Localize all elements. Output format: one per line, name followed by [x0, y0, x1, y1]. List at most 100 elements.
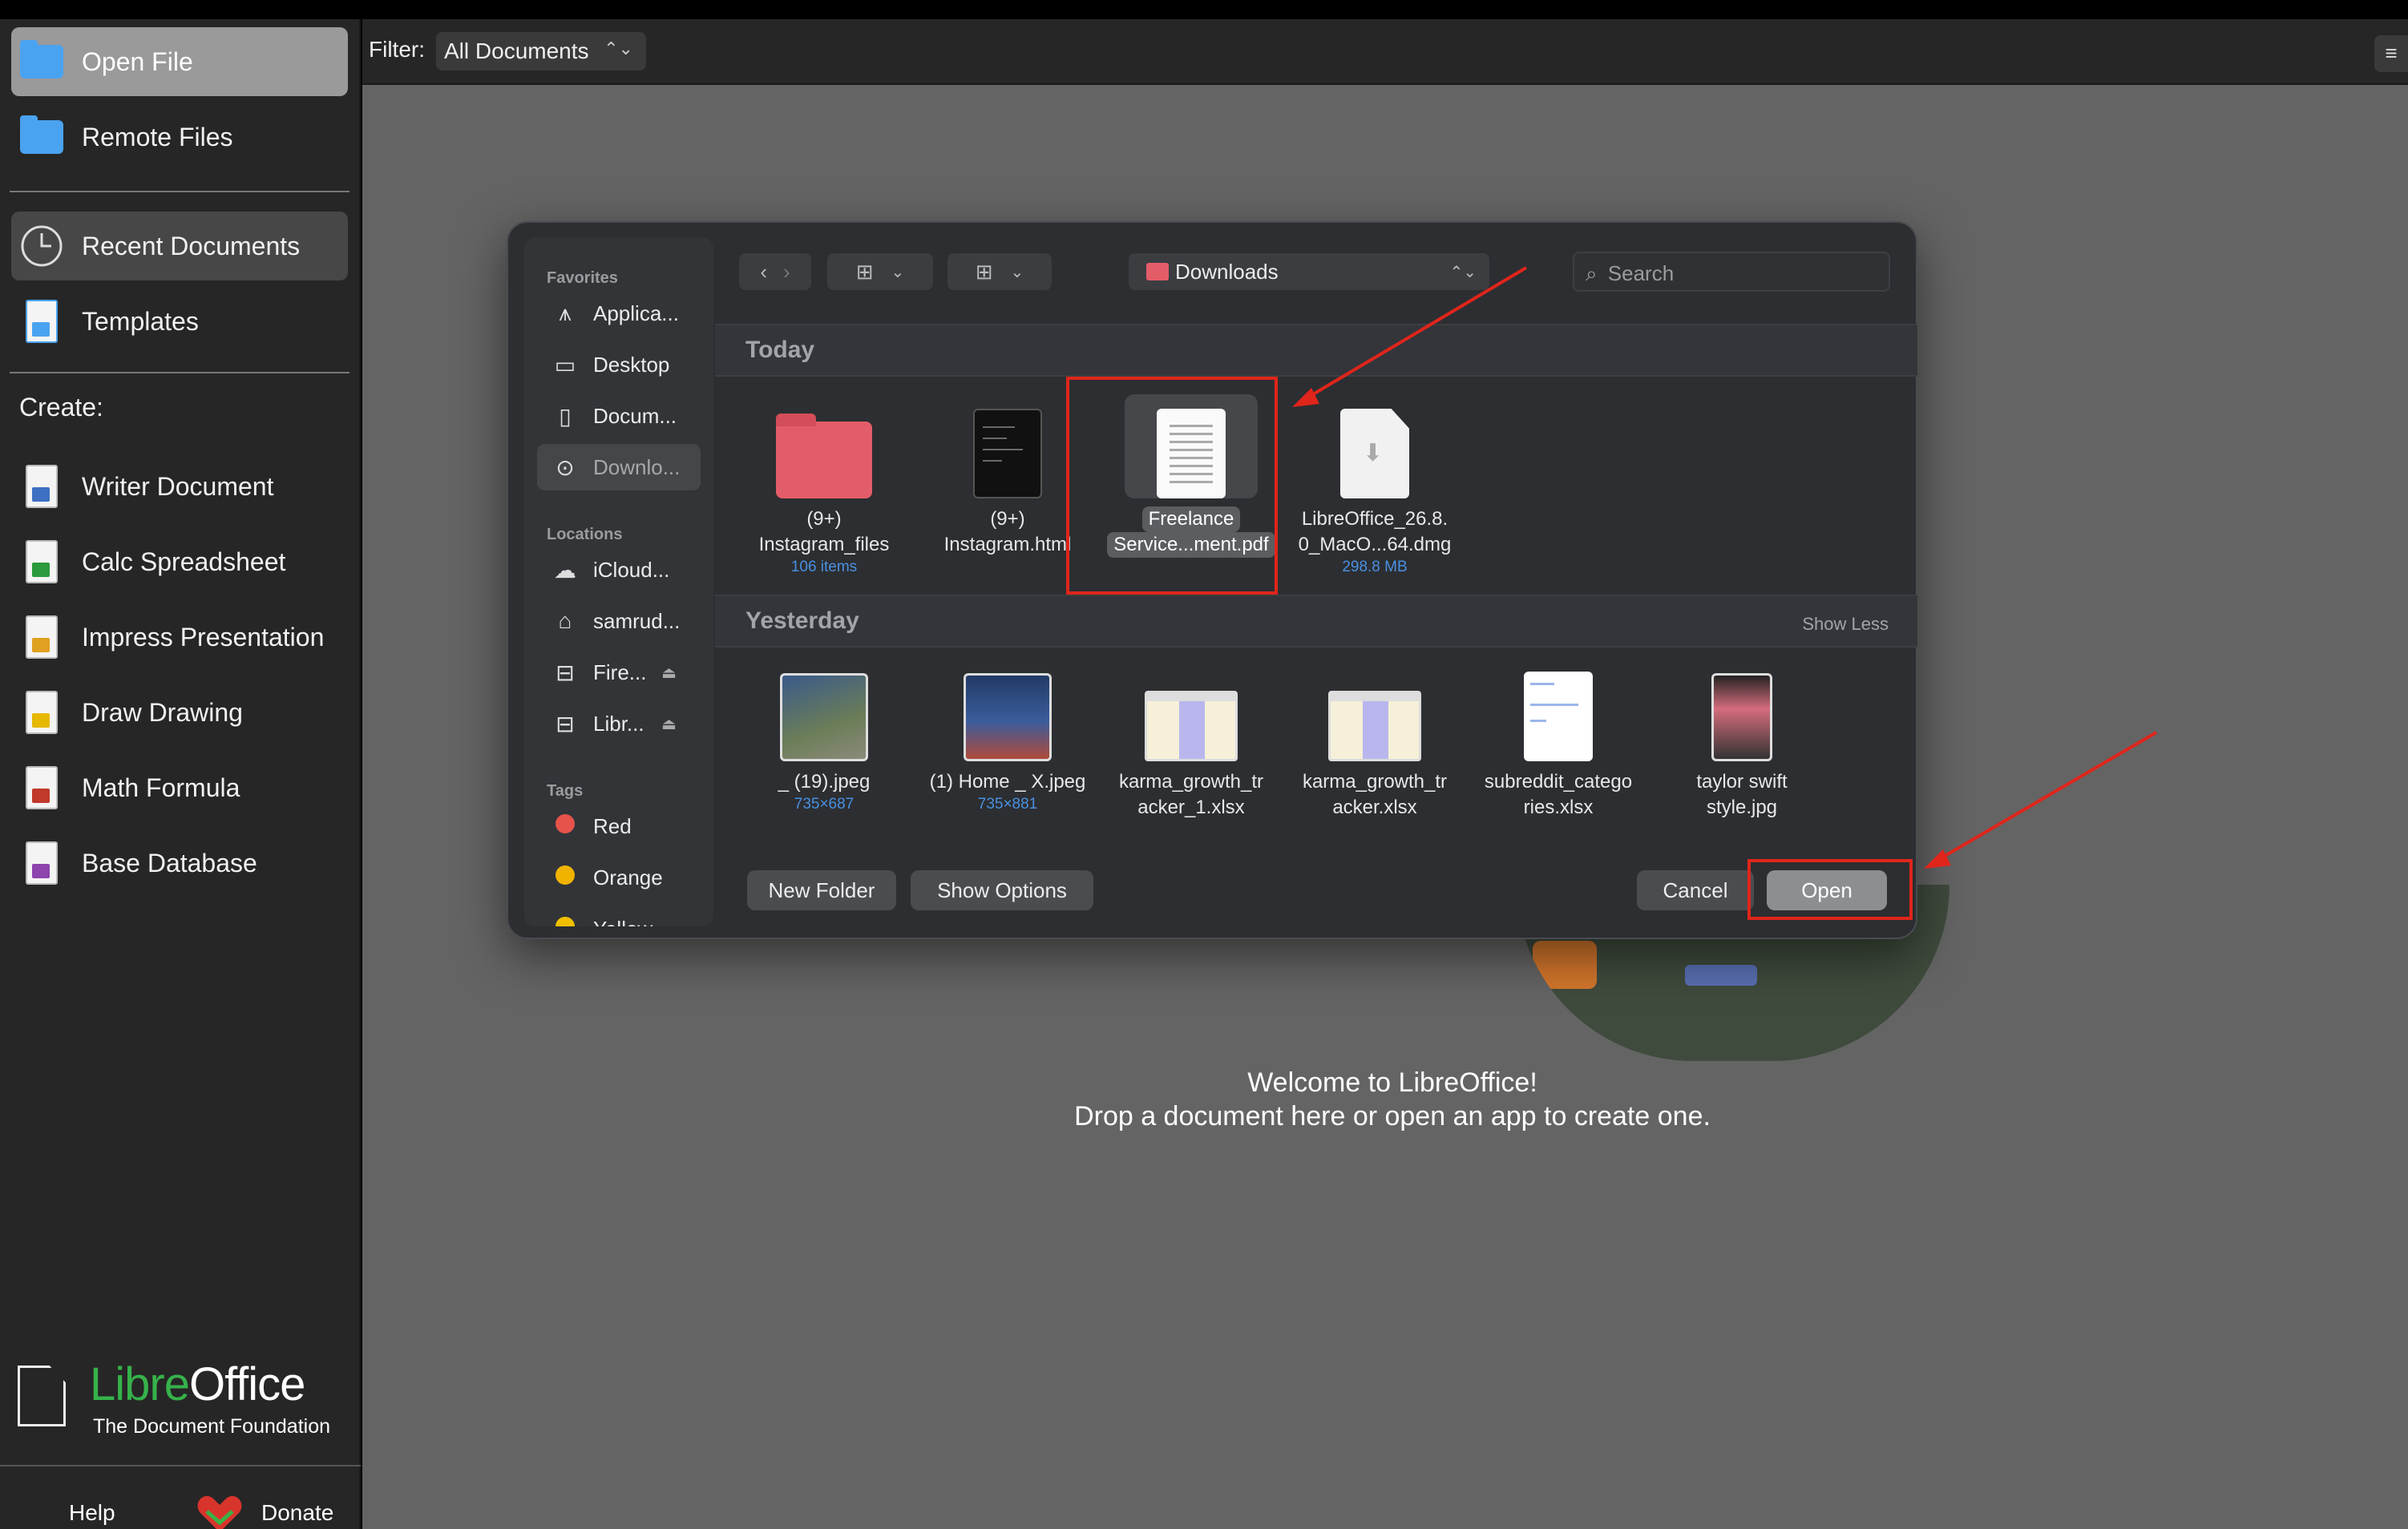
recent-documents-label: Recent Documents	[82, 231, 301, 260]
today-section-header: Today	[715, 324, 1917, 377]
selected-file-highlight-box	[1066, 377, 1278, 595]
file-name-line2: ries.xlsx	[1523, 797, 1594, 818]
view-mode-button[interactable]: ⊞ ⌄	[827, 253, 933, 290]
show-less-button[interactable]: Show Less	[1802, 614, 1889, 635]
dialog-content: ‹ › ⊞ ⌄ ⊞ ⌄ Downloads ⌃⌄ ⌕ Search Today (9+…	[715, 223, 1917, 939]
create-draw-drawing-button[interactable]: Draw Drawing	[11, 678, 348, 747]
illustration-shape	[1685, 965, 1757, 986]
tag-label: Red	[593, 813, 632, 838]
tags-header: Tags	[547, 782, 584, 800]
filter-bar: Filter: All Documents ⌃⌄ ≡	[362, 19, 2408, 85]
sidebar-favorite-item[interactable]: ⩚ Applica...	[537, 290, 701, 337]
spreadsheet-thumbnail	[1524, 672, 1593, 761]
remote-files-button[interactable]: Remote Files	[11, 103, 348, 171]
file-item[interactable]: subreddit_catego ries.xlsx	[1469, 665, 1648, 821]
file-item[interactable]: (9+) Instagram_files 106 items	[734, 394, 914, 577]
sidebar-location-item[interactable]: ☁ iCloud...	[537, 547, 701, 593]
favorite-label: Desktop	[593, 352, 670, 377]
red-folder-icon	[1146, 263, 1169, 280]
file-name-line1: subreddit_catego	[1484, 771, 1633, 793]
file-item[interactable]: (1) Home _ X.jpeg 735×881	[918, 665, 1097, 814]
menu-icon[interactable]: ≡	[2374, 35, 2408, 72]
spreadsheet-thumbnail	[1328, 691, 1421, 761]
open-file-button[interactable]: Open File	[11, 27, 348, 96]
eject-icon[interactable]: ⏏	[661, 663, 677, 683]
remote-files-label: Remote Files	[82, 122, 233, 151]
create-impress-presentation-button[interactable]: Impress Presentation	[11, 603, 348, 672]
create-math-formula-button[interactable]: Math Formula	[11, 753, 348, 822]
chevron-left-icon[interactable]: ‹	[760, 260, 767, 284]
file-meta: 735×881	[977, 796, 1038, 813]
templates-icon	[18, 297, 66, 345]
search-input[interactable]: ⌕ Search	[1573, 252, 1890, 292]
tag-dot-icon	[550, 916, 580, 926]
file-meta: 106 items	[790, 559, 858, 575]
sidebar-location-item[interactable]: ⊟ Fire... ⏏	[537, 649, 701, 696]
templates-button[interactable]: Templates	[11, 287, 348, 356]
sidebar-tag-item[interactable]: Yellow	[537, 906, 701, 926]
file-item[interactable]: karma_growth_tr acker.xlsx	[1285, 665, 1465, 821]
welcome-title: Welcome to LibreOffice!	[1247, 1067, 1537, 1098]
welcome-message: Welcome to LibreOffice! Drop a document …	[362, 1066, 2408, 1133]
chevron-right-icon[interactable]: ›	[783, 260, 790, 284]
yesterday-header: Yesterday	[745, 607, 859, 634]
welcome-subtitle: Drop a document here or open an app to c…	[1074, 1101, 1711, 1132]
sidebar-location-item[interactable]: ⊟ Libr... ⏏	[537, 700, 701, 747]
location-label: Libr...	[593, 711, 644, 736]
start-center-sidebar: Open File Remote Files Recent Documents …	[0, 19, 361, 1529]
file-meta: 298.8 MB	[1342, 559, 1408, 575]
logo-office: Office	[188, 1358, 305, 1410]
search-icon: ⌕	[1586, 261, 1598, 285]
file-name-line1: karma_growth_tr	[1302, 771, 1448, 793]
location-popup[interactable]: Downloads ⌃⌄	[1129, 253, 1489, 290]
file-item[interactable]: _ (19).jpeg 735×687	[734, 665, 914, 814]
group-grid-icon: ⊞	[975, 259, 993, 284]
location-label: iCloud...	[593, 557, 670, 582]
file-name-line1: _ (19).jpeg	[778, 771, 871, 793]
open-button-highlight-box	[1747, 859, 1913, 920]
eject-icon[interactable]: ⏏	[661, 714, 677, 734]
drive-icon: ⊟	[556, 711, 575, 736]
cancel-button[interactable]: Cancel	[1637, 870, 1754, 910]
illustration-shape	[1533, 941, 1597, 989]
file-item[interactable]: taylor swift style.jpg	[1652, 665, 1832, 821]
favorite-label: Applica...	[593, 301, 679, 325]
chevron-down-icon: ⌄	[1010, 263, 1024, 281]
filter-select[interactable]: All Documents ⌃⌄	[436, 32, 646, 71]
divider	[10, 372, 349, 373]
create-writer-document-button[interactable]: Writer Document	[11, 452, 348, 521]
tag-label: Yellow	[593, 917, 653, 927]
create-calc-spreadsheet-button[interactable]: Calc Spreadsheet	[11, 527, 348, 596]
sidebar-tag-item[interactable]: Red	[537, 803, 701, 849]
tag-dot-icon	[550, 813, 580, 839]
drive-icon: ⊟	[556, 660, 575, 685]
file-name-line2: style.jpg	[1706, 797, 1778, 818]
sidebar-location-item[interactable]: ⌂ samrud...	[537, 598, 701, 644]
donate-heart-icon	[197, 1495, 242, 1529]
dialog-sidebar: Favorites ⩚ Applica... ▭ Desktop ▯ Docum... ⊙ D…	[524, 237, 713, 926]
sidebar-tag-item[interactable]: Orange	[537, 854, 701, 901]
create-item-label: Writer Document	[82, 471, 274, 501]
html-file-thumbnail	[973, 409, 1042, 498]
show-options-button[interactable]: Show Options	[911, 870, 1093, 910]
favorite-label: Downlo...	[593, 454, 681, 479]
back-forward-buttons[interactable]: ‹ ›	[739, 253, 811, 290]
sidebar-favorite-item[interactable]: ⊙ Downlo...	[537, 444, 701, 490]
file-item[interactable]: karma_growth_tr acker_1.xlsx	[1101, 665, 1281, 821]
file-name-line1: karma_growth_tr	[1118, 771, 1264, 793]
file-name-line2: 0_MacO...64.dmg	[1298, 534, 1452, 555]
new-folder-button[interactable]: New Folder	[747, 870, 896, 910]
group-by-button[interactable]: ⊞ ⌄	[947, 253, 1052, 290]
impress-app-icon	[18, 613, 66, 661]
filter-label: Filter:	[369, 37, 425, 62]
open-file-label: Open File	[82, 46, 193, 76]
chevron-down-icon: ⌄	[891, 263, 905, 281]
sidebar-favorite-item[interactable]: ▭ Desktop	[537, 341, 701, 388]
base-app-icon	[18, 839, 66, 887]
sidebar-favorite-item[interactable]: ▯ Docum...	[537, 393, 701, 439]
donate-button[interactable]: Donate	[261, 1500, 333, 1526]
help-button[interactable]: Help	[69, 1500, 115, 1526]
file-item[interactable]: LibreOffice_26.8. 0_MacO...64.dmg 298.8 MB	[1285, 394, 1465, 577]
create-base-database-button[interactable]: Base Database	[11, 829, 348, 898]
recent-documents-button[interactable]: Recent Documents	[11, 212, 348, 280]
